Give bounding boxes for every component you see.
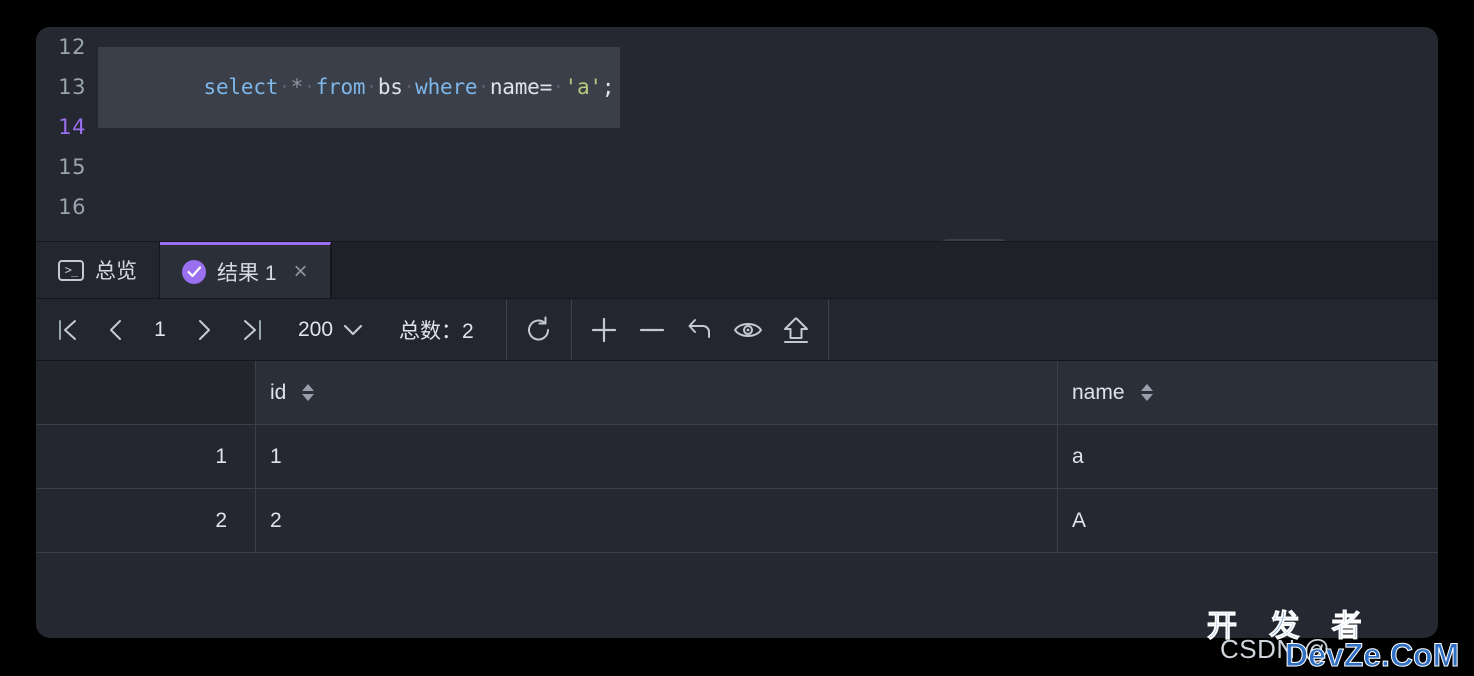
tab-overview[interactable]: >_ 总览 (36, 242, 160, 298)
tab-result-1-label: 结果 1 (217, 261, 277, 285)
grid-header-id[interactable]: id (256, 361, 1058, 424)
result-toolbar: 1 200 总数：2 (36, 299, 1438, 361)
line-number: 16 (58, 195, 86, 219)
plus-icon (591, 317, 616, 342)
prev-page-button[interactable] (92, 306, 140, 354)
refresh-group (507, 299, 572, 360)
grid-header-name[interactable]: name (1058, 361, 1438, 424)
csdn-attribution: CSDN @ (1220, 634, 1331, 664)
results-tab-bar: >_ 总览 结果 1 × (36, 241, 1438, 299)
whitespace-dot: · (278, 74, 291, 99)
whitespace-dot: · (365, 74, 378, 99)
tab-result-1[interactable]: 结果 1 × (160, 242, 331, 298)
cell-name[interactable]: a (1058, 425, 1438, 488)
tab-overview-label: 总览 (95, 260, 137, 283)
page-number-input[interactable]: 1 (140, 318, 180, 342)
table-row[interactable]: 2 2 A (36, 489, 1438, 553)
whitespace-dot: · (477, 74, 490, 99)
grid-header-id-label: id (270, 380, 287, 404)
grid-header-rownum (36, 361, 256, 424)
whitespace-dot: · (402, 74, 416, 99)
refresh-icon (527, 316, 549, 340)
grid-header-name-label: name (1072, 380, 1125, 404)
sql-client-panel: 12 13 select·*·from·bs·where·name=·'a'; … (36, 27, 1438, 638)
sql-table-name: bs (377, 74, 403, 99)
line-number-current: 14 (58, 115, 86, 139)
refresh-button[interactable] (515, 306, 563, 354)
toolbar-filler (828, 299, 1438, 360)
undo-icon (688, 318, 710, 338)
prev-page-icon (110, 319, 121, 340)
sql-keyword-from: from (315, 74, 366, 99)
add-row-button[interactable] (580, 306, 628, 354)
editor-line-current[interactable]: 14 (36, 107, 1438, 147)
first-page-icon (59, 319, 76, 340)
whitespace-dot: · (552, 74, 565, 99)
cell-id[interactable]: 1 (256, 425, 1058, 488)
collapse-editor-button[interactable] (939, 239, 1009, 241)
line-number: 12 (58, 35, 86, 59)
row-number: 1 (36, 425, 256, 488)
editor-line[interactable]: 13 select·*·from·bs·where·name=·'a'; (36, 46, 1438, 128)
grid-empty-area (36, 553, 1438, 627)
edit-actions-group (572, 299, 829, 360)
total-count-label: 总数：2 (399, 319, 474, 343)
cell-id[interactable]: 2 (256, 489, 1058, 552)
result-grid[interactable]: id name 1 1 a 2 2 A (36, 361, 1438, 627)
last-page-button[interactable] (228, 306, 276, 354)
table-row[interactable]: 1 1 a (36, 425, 1438, 489)
sql-string-literal: 'a' (564, 74, 603, 99)
upload-icon (783, 316, 808, 343)
sql-condition-column: name= (489, 74, 553, 99)
eye-icon (733, 322, 762, 337)
whitespace-dot: · (303, 74, 316, 99)
sql-semicolon: ; (601, 74, 615, 99)
chevron-down-icon (343, 324, 363, 335)
cell-name[interactable]: A (1058, 489, 1438, 552)
last-page-icon (244, 319, 261, 340)
sql-star: * (290, 74, 304, 99)
line-number: 15 (58, 155, 86, 179)
delete-row-button[interactable] (628, 306, 676, 354)
sort-indicator-icon[interactable] (302, 384, 315, 401)
next-page-icon (199, 319, 210, 340)
close-icon[interactable]: × (294, 259, 308, 284)
grid-header-row: id name (36, 361, 1438, 425)
minus-icon (639, 328, 664, 331)
view-value-button[interactable] (724, 306, 772, 354)
sql-editor[interactable]: 12 13 select·*·from·bs·where·name=·'a'; … (36, 27, 1438, 241)
tab-bar-filler (330, 242, 1438, 298)
editor-line[interactable]: 15 (36, 147, 1438, 187)
sort-indicator-icon[interactable] (1140, 384, 1153, 401)
check-glyph (186, 265, 201, 277)
fetch-size-value: 200 (298, 317, 334, 341)
undo-button[interactable] (676, 306, 724, 354)
line-number: 13 (58, 75, 86, 99)
sql-keyword-select: select (203, 74, 279, 99)
terminal-icon: >_ (58, 259, 84, 281)
row-number: 2 (36, 489, 256, 552)
next-page-button[interactable] (180, 306, 228, 354)
pagination-group: 1 200 总数：2 (36, 299, 507, 360)
sql-keyword-where: where (415, 74, 478, 99)
commit-button[interactable] (772, 306, 820, 354)
check-circle-icon (182, 259, 206, 284)
editor-line[interactable]: 16 (36, 187, 1438, 227)
fetch-size-select[interactable]: 200 (276, 318, 381, 342)
first-page-button[interactable] (44, 306, 92, 354)
